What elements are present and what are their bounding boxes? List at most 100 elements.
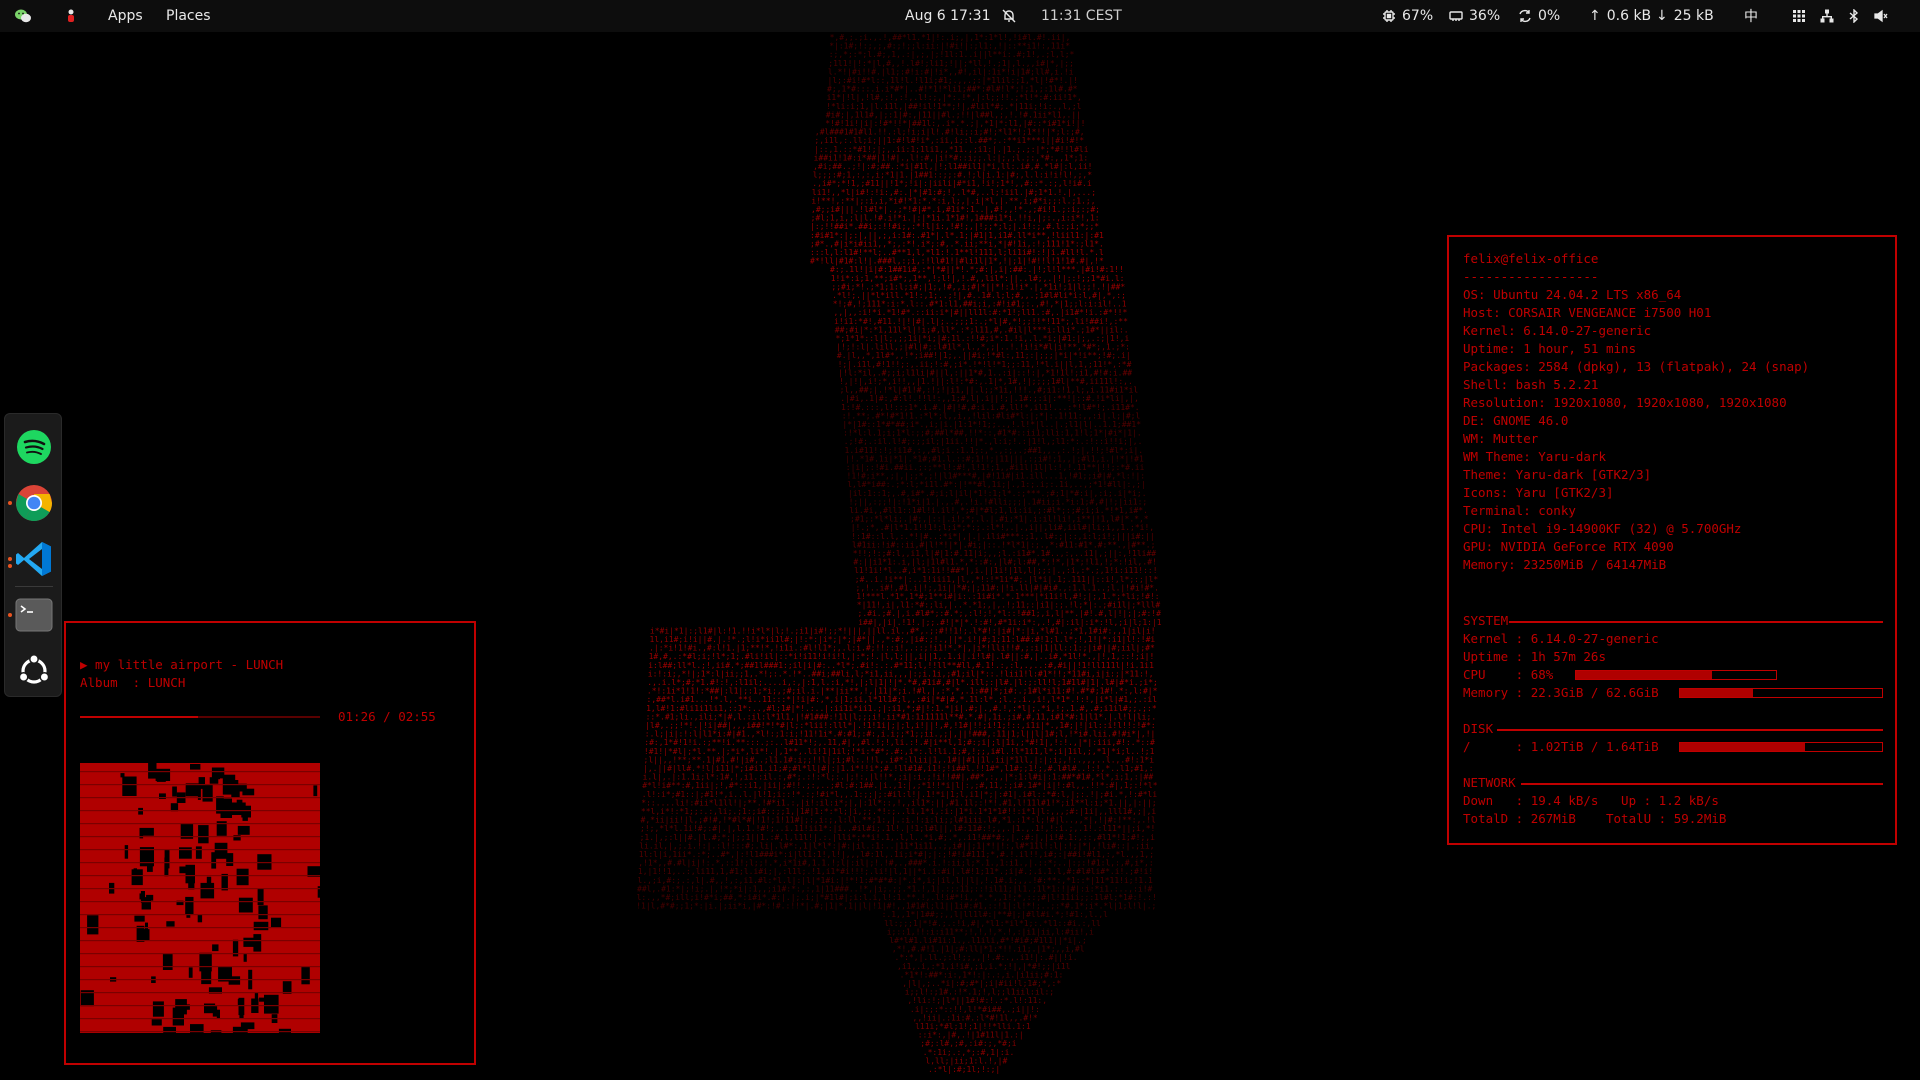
swap-usage-value: 0% [1538, 8, 1561, 24]
apps-menu[interactable]: Apps [108, 0, 143, 32]
network-wired-icon[interactable] [1820, 0, 1834, 32]
album-art-block [301, 966, 310, 985]
album-art-block [211, 767, 225, 779]
now-playing: ▶ my little airport - LUNCH [80, 657, 284, 672]
album-art-block [271, 917, 282, 928]
album-art-block [204, 1003, 216, 1014]
album-art-scanline [80, 810, 320, 812]
world-clock: 11:31 CEST [1041, 8, 1122, 24]
album-art-scanline [80, 836, 320, 838]
memory-icon [1449, 11, 1463, 21]
album-art-scanline [80, 901, 320, 903]
ram-usage-value: 36% [1469, 8, 1501, 24]
album-art-block [243, 953, 247, 962]
album-art-block [133, 868, 137, 875]
album-art-block [166, 921, 175, 927]
dock-item-show-apps[interactable] [14, 651, 54, 691]
dock-item-chrome[interactable] [14, 483, 54, 523]
neofetch-line: Theme: Yaru-dark [GTK2/3] [1463, 467, 1652, 482]
chrome-icon [15, 485, 53, 522]
neofetch-line: Icons: Yaru [GTK2/3] [1463, 485, 1614, 500]
album-art-block [200, 882, 215, 899]
disk-section-header: DISK [1463, 721, 1494, 736]
section-divider [1497, 729, 1883, 731]
album-art-block [188, 967, 193, 978]
running-indicator [8, 557, 12, 561]
album-art-scanline [80, 940, 320, 942]
playback-progress-bar[interactable] [80, 716, 320, 718]
album-art-block [122, 776, 137, 796]
volume-muted-icon[interactable] [1874, 0, 1888, 32]
neofetch-line: CPU: Intel i9-14900KF (32) @ 5.700GHz [1463, 521, 1742, 536]
album-art-block [253, 934, 262, 952]
neofetch-line: Packages: 2584 (dpkg), 13 (flatpak), 24 … [1463, 359, 1810, 374]
input-method-indicator[interactable]: 中 [1744, 0, 1758, 32]
neofetch-line: Shell: bash 5.2.21 [1463, 377, 1599, 392]
playback-progress-fill [80, 716, 198, 718]
album-art-block [258, 905, 268, 920]
date-time[interactable]: Aug 6 17:31 [905, 0, 991, 32]
album-art-block [152, 1001, 164, 1017]
album-art-block [164, 849, 170, 869]
swap-usage[interactable]: 0% [1518, 0, 1560, 32]
disk-usage-bar [1679, 742, 1883, 752]
neofetch-line: Memory: 23250MiB / 64147MiB [1463, 557, 1667, 572]
neofetch-line: Host: CORSAIR VENGEANCE i7500 H01 [1463, 305, 1712, 320]
system-kernel: Kernel : 6.14.0-27-generic [1463, 631, 1659, 646]
album-art-block [231, 802, 246, 815]
app-grid-tray-icon[interactable] [1792, 0, 1806, 32]
cpu-usage[interactable]: 67% [1382, 0, 1433, 32]
neofetch-line: GPU: NVIDIA GeForce RTX 4090 [1463, 539, 1674, 554]
top-panel: Apps Places Aug 6 17:31 11:31 CEST 67% 3… [0, 0, 1920, 32]
neofetch-line: Kernel: 6.14.0-27-generic [1463, 323, 1652, 338]
cpu-usage-value: 67% [1402, 8, 1434, 24]
album-art-block [148, 763, 157, 779]
album-art-scanline [80, 1031, 320, 1033]
album-art-scanline [80, 862, 320, 864]
album-art-scanline [80, 888, 320, 890]
album-art-block [124, 845, 129, 859]
dock-item-vscode[interactable] [14, 539, 54, 579]
ram-usage[interactable]: 36% [1449, 0, 1500, 32]
running-indicator [8, 501, 12, 505]
arrow-down-icon: ↓ [1656, 8, 1668, 24]
neofetch-line: DE: GNOME 46.0 [1463, 413, 1569, 428]
dock-item-spotify[interactable] [14, 427, 54, 467]
album-art-block [257, 888, 264, 905]
app-tray-icon[interactable] [66, 0, 76, 32]
bluetooth-icon[interactable] [1847, 0, 1861, 32]
album-art-block [239, 1011, 244, 1019]
album-art-scanline [80, 1005, 320, 1007]
network-section-header: NETWORK [1463, 775, 1516, 790]
upload-speed[interactable]: ↑ 0.6 kB [1589, 0, 1651, 32]
system-info-panel: felix@felix-office ------------------ OS: … [1447, 235, 1897, 845]
vscode-icon [16, 542, 51, 576]
running-indicator [8, 613, 12, 617]
neofetch-line: OS: Ubuntu 24.04.2 LTS x86_64 [1463, 287, 1682, 302]
neofetch-line: ------------------ [1463, 269, 1599, 284]
album-art-scanline [80, 1018, 320, 1020]
album-art-block [156, 770, 166, 782]
dock [4, 413, 62, 697]
dock-item-terminal[interactable] [14, 595, 54, 635]
album-art [80, 763, 320, 1033]
album-art-block [221, 873, 228, 891]
album-art-block [145, 922, 148, 931]
disk-root-usage: / : 1.02TiB / 1.64TiB [1463, 739, 1659, 754]
album-art-block [236, 868, 249, 886]
terminal-icon [15, 598, 53, 632]
notifications-muted-icon[interactable] [1002, 0, 1016, 32]
download-speed-value: 25 kB [1673, 8, 1714, 24]
download-speed[interactable]: ↓ 25 kB [1656, 0, 1714, 32]
album-art-block [120, 773, 125, 778]
wechat-tray-icon[interactable] [14, 0, 32, 32]
upload-speed-value: 0.6 kB [1606, 8, 1652, 24]
places-menu[interactable]: Places [166, 0, 211, 32]
album-art-block [172, 786, 177, 797]
album-art-block [238, 897, 253, 913]
spotify-icon [17, 430, 51, 464]
album-art-block [216, 1009, 220, 1019]
album-art-block [175, 999, 187, 1015]
album-art-scanline [80, 966, 320, 968]
album-art-block [151, 1019, 162, 1026]
